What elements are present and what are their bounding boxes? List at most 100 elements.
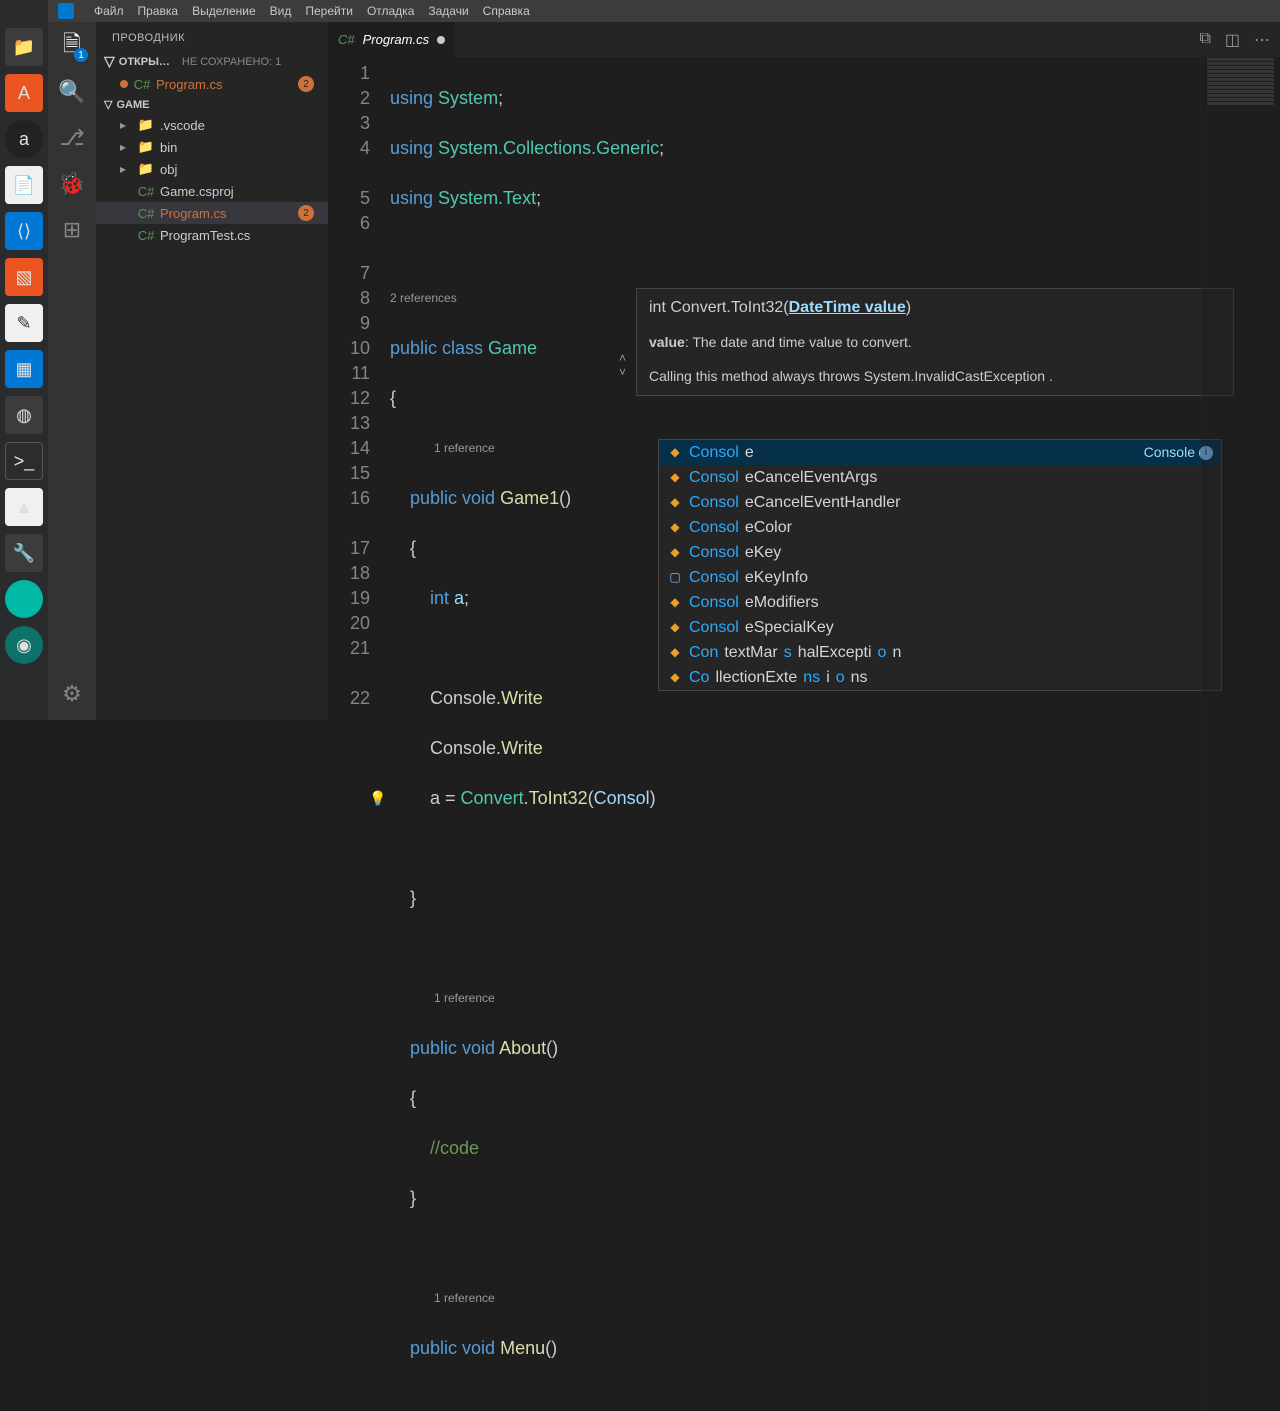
os-taskbar: 📁 A a 📄 ⟨⟩ ▧ ✎ ▦ ◍ >_ ▲ 🔧 ◉ bbox=[0, 0, 48, 720]
sidebar: ПРОВОДНИК ▽ ОТКРЫ… НЕ СОХРАНЕНО: 1 C# Pr… bbox=[96, 22, 328, 720]
autocomplete-item[interactable]: ◆ConsoleKey bbox=[659, 540, 1221, 565]
scm-activity-icon[interactable]: ⎇ bbox=[58, 124, 86, 152]
folder-icon: 📁 bbox=[138, 139, 154, 155]
signature-help-popup: ˄˅ int Convert.ToInt32(DateTime value) v… bbox=[636, 288, 1234, 396]
debug-activity-icon[interactable]: 🐞 bbox=[58, 170, 86, 198]
kind-icon: ◆ bbox=[667, 645, 683, 661]
explorer-activity-icon[interactable]: 🗎1 bbox=[58, 32, 86, 60]
files-app-icon[interactable]: 📁 bbox=[5, 28, 43, 66]
compare-icon[interactable]: ⧉ bbox=[1199, 30, 1210, 50]
calc-icon[interactable]: ▦ bbox=[5, 350, 43, 388]
menu-view[interactable]: Вид bbox=[270, 4, 292, 18]
autocomplete-item[interactable]: ◆ContextMarshalException bbox=[659, 640, 1221, 665]
ubuntu-store-icon[interactable]: A bbox=[5, 74, 43, 112]
csharp-file-icon: C# bbox=[138, 227, 154, 243]
signature-text: int Convert.ToInt32(DateTime value) bbox=[649, 297, 1221, 319]
autocomplete-item[interactable]: ▢ConsoleKeyInfo bbox=[659, 565, 1221, 590]
open-editor-filename: Program.cs bbox=[156, 77, 222, 92]
circle-app-icon[interactable] bbox=[5, 580, 43, 618]
vscode-app-icon[interactable]: ⟨⟩ bbox=[5, 212, 43, 250]
vlc-icon[interactable]: ▲ bbox=[5, 488, 43, 526]
kind-icon: ◆ bbox=[667, 495, 683, 511]
menu-go[interactable]: Перейти bbox=[305, 4, 353, 18]
kind-icon: ◆ bbox=[667, 620, 683, 636]
csharp-file-icon: C# bbox=[134, 76, 150, 92]
split-editor-icon[interactable]: ◫ bbox=[1225, 30, 1240, 50]
menu-edit[interactable]: Правка bbox=[138, 4, 179, 18]
file-tree-item[interactable]: C#Game.csproj bbox=[96, 180, 328, 202]
extensions-activity-icon[interactable]: ⊞ bbox=[58, 216, 86, 244]
kind-icon: ◆ bbox=[667, 545, 683, 561]
autocomplete-item[interactable]: ◆ConsoleSpecialKey bbox=[659, 615, 1221, 640]
folder-icon: 📁 bbox=[138, 117, 154, 133]
signature-description: value: The date and time value to conver… bbox=[649, 331, 1221, 353]
autocomplete-item[interactable]: ◆ConsoleColor bbox=[659, 515, 1221, 540]
menu-help[interactable]: Справка bbox=[483, 4, 530, 18]
libreoffice-icon[interactable]: 📄 bbox=[5, 166, 43, 204]
autocomplete-item[interactable]: ◆ConsoleCancelEventHandler bbox=[659, 490, 1221, 515]
modified-dot-icon bbox=[437, 36, 445, 44]
kind-icon: ▢ bbox=[667, 570, 683, 586]
activity-bar: 🗎1 🔍 ⎇ 🐞 ⊞ ⚙ bbox=[48, 22, 96, 720]
sublime-icon[interactable]: ▧ bbox=[5, 258, 43, 296]
autocomplete-item[interactable]: ◆ConsoleConsolei bbox=[659, 440, 1221, 465]
csharp-file-icon: C# bbox=[138, 205, 154, 221]
menu-selection[interactable]: Выделение bbox=[192, 4, 256, 18]
tool-icon[interactable]: 🔧 bbox=[5, 534, 43, 572]
kind-icon: ◆ bbox=[667, 470, 683, 486]
more-actions-icon[interactable]: ⋯ bbox=[1254, 30, 1270, 50]
modified-dot-icon bbox=[120, 80, 128, 88]
vscode-logo-icon bbox=[58, 3, 74, 19]
error-badge: 2 bbox=[298, 205, 314, 221]
autocomplete-popup[interactable]: ◆ConsoleConsolei◆ConsoleCancelEventArgs◆… bbox=[658, 439, 1222, 691]
line-gutter: 12345678910111213141516171819202122 bbox=[328, 57, 390, 1411]
menu-file[interactable]: Файл bbox=[94, 4, 124, 18]
lightbulb-icon[interactable]: 💡 bbox=[369, 786, 386, 811]
menu-debug[interactable]: Отладка bbox=[367, 4, 414, 18]
editor-tabs: C# Program.cs ⧉ ◫ ⋯ bbox=[328, 22, 1280, 57]
file-tree: ▸📁.vscode▸📁bin▸📁objC#Game.csprojC#Progra… bbox=[96, 114, 328, 246]
autocomplete-item[interactable]: ◆ConsoleCancelEventArgs bbox=[659, 465, 1221, 490]
open-editors-section[interactable]: ▽ ОТКРЫ… НЕ СОХРАНЕНО: 1 bbox=[96, 50, 328, 73]
notes-icon[interactable]: ✎ bbox=[5, 304, 43, 342]
open-editor-program[interactable]: C# Program.cs 2 bbox=[96, 73, 328, 95]
kind-icon: ◆ bbox=[667, 595, 683, 611]
file-tree-item[interactable]: ▸📁bin bbox=[96, 136, 328, 158]
chevron-down-icon: ▽ bbox=[104, 98, 112, 111]
editor-actions: ⧉ ◫ ⋯ bbox=[1199, 30, 1270, 50]
autocomplete-item[interactable]: ◆CollectionExtensions bbox=[659, 665, 1221, 690]
editor-area: C# Program.cs ⧉ ◫ ⋯ 12345678910111213141… bbox=[328, 22, 1280, 720]
sidebar-title: ПРОВОДНИК bbox=[96, 22, 328, 50]
open-editors-label: ОТКРЫ… bbox=[119, 56, 170, 68]
signature-nav[interactable]: ˄˅ bbox=[619, 351, 626, 379]
search-activity-icon[interactable]: 🔍 bbox=[58, 78, 86, 106]
tab-label: Program.cs bbox=[363, 32, 429, 47]
file-tree-item[interactable]: ▸📁obj bbox=[96, 158, 328, 180]
codelens-refs[interactable]: 1 reference bbox=[390, 1286, 1280, 1311]
minimap[interactable] bbox=[1200, 57, 1280, 1411]
project-section[interactable]: ▽ GAME bbox=[96, 95, 328, 114]
folder-icon: 📁 bbox=[138, 161, 154, 177]
code-area[interactable]: 12345678910111213141516171819202122 usin… bbox=[328, 57, 1280, 1411]
tab-program[interactable]: C# Program.cs bbox=[328, 22, 456, 57]
globe-icon[interactable]: ◍ bbox=[5, 396, 43, 434]
code-content[interactable]: using System; using System.Collections.G… bbox=[390, 57, 1280, 1411]
green-app-icon[interactable]: ◉ bbox=[5, 626, 43, 664]
codelens-refs[interactable]: 1 reference bbox=[390, 986, 1280, 1011]
file-tree-item[interactable]: C#Program.cs2 bbox=[96, 202, 328, 224]
csharp-file-icon: C# bbox=[138, 183, 154, 199]
menu-tasks[interactable]: Задачи bbox=[428, 4, 468, 18]
chevron-down-icon: ▽ bbox=[104, 53, 115, 70]
settings-gear-icon[interactable]: ⚙ bbox=[58, 680, 86, 708]
terminal-icon[interactable]: >_ bbox=[5, 442, 43, 480]
kind-icon: ◆ bbox=[667, 670, 683, 686]
amazon-icon[interactable]: a bbox=[5, 120, 43, 158]
file-tree-item[interactable]: ▸📁.vscode bbox=[96, 114, 328, 136]
csharp-file-icon: C# bbox=[338, 32, 355, 47]
autocomplete-item[interactable]: ◆ConsoleModifiers bbox=[659, 590, 1221, 615]
error-badge: 2 bbox=[298, 76, 314, 92]
menu-bar: Файл Правка Выделение Вид Перейти Отладк… bbox=[48, 0, 1280, 22]
unsaved-count: НЕ СОХРАНЕНО: 1 bbox=[182, 56, 281, 68]
file-tree-item[interactable]: C#ProgramTest.cs bbox=[96, 224, 328, 246]
project-name: GAME bbox=[116, 99, 149, 111]
